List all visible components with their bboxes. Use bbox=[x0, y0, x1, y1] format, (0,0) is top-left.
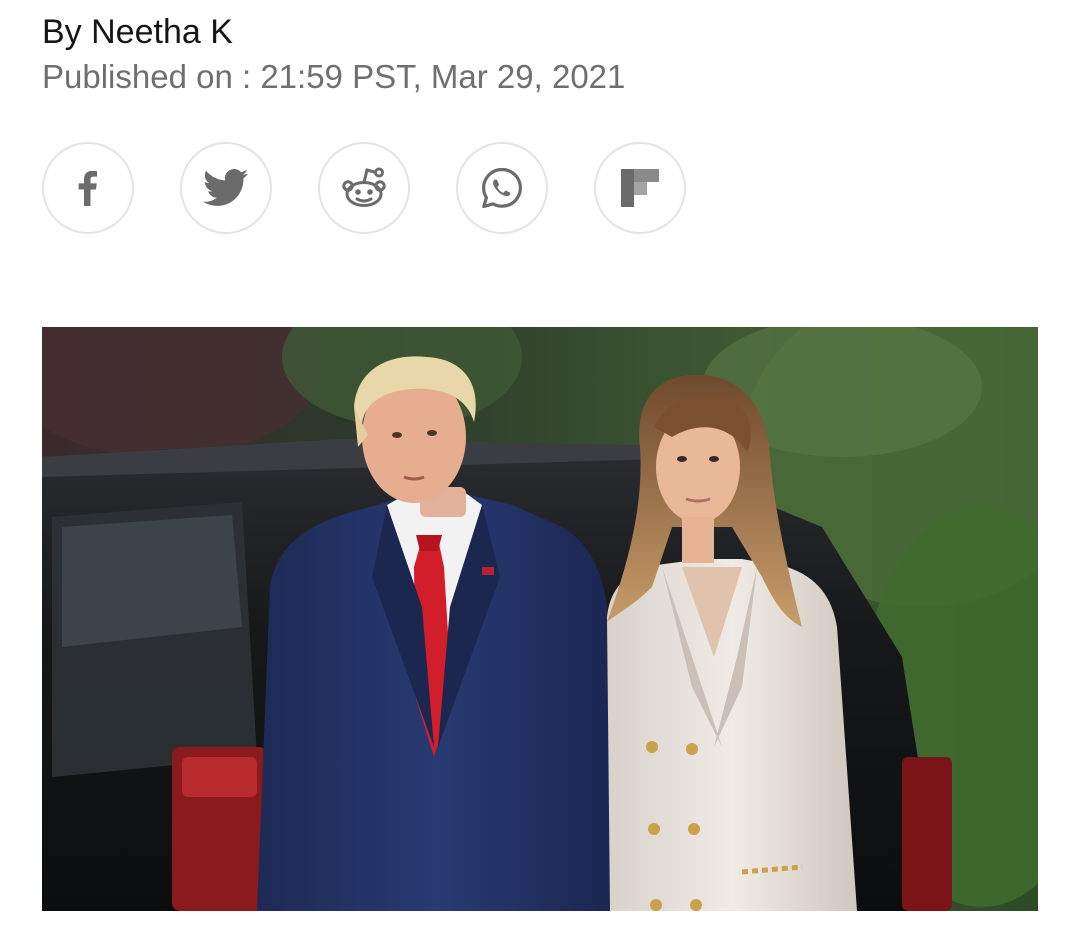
twitter-icon bbox=[203, 169, 249, 206]
reddit-icon bbox=[342, 167, 386, 207]
share-whatsapp-button[interactable] bbox=[456, 142, 548, 234]
publish-timestamp: Published on : 21:59 PST, Mar 29, 2021 bbox=[42, 58, 626, 95]
share-flipboard-button[interactable] bbox=[594, 142, 686, 234]
share-twitter-button[interactable] bbox=[180, 142, 272, 234]
flipboard-icon bbox=[621, 169, 659, 207]
facebook-icon bbox=[78, 170, 97, 206]
share-facebook-button[interactable] bbox=[42, 142, 134, 234]
whatsapp-icon bbox=[482, 167, 522, 209]
author-byline: By Neetha K bbox=[42, 13, 233, 51]
share-reddit-button[interactable] bbox=[318, 142, 410, 234]
article-hero-image bbox=[42, 327, 1038, 911]
hero-photo bbox=[42, 327, 1038, 911]
share-buttons bbox=[42, 142, 742, 238]
